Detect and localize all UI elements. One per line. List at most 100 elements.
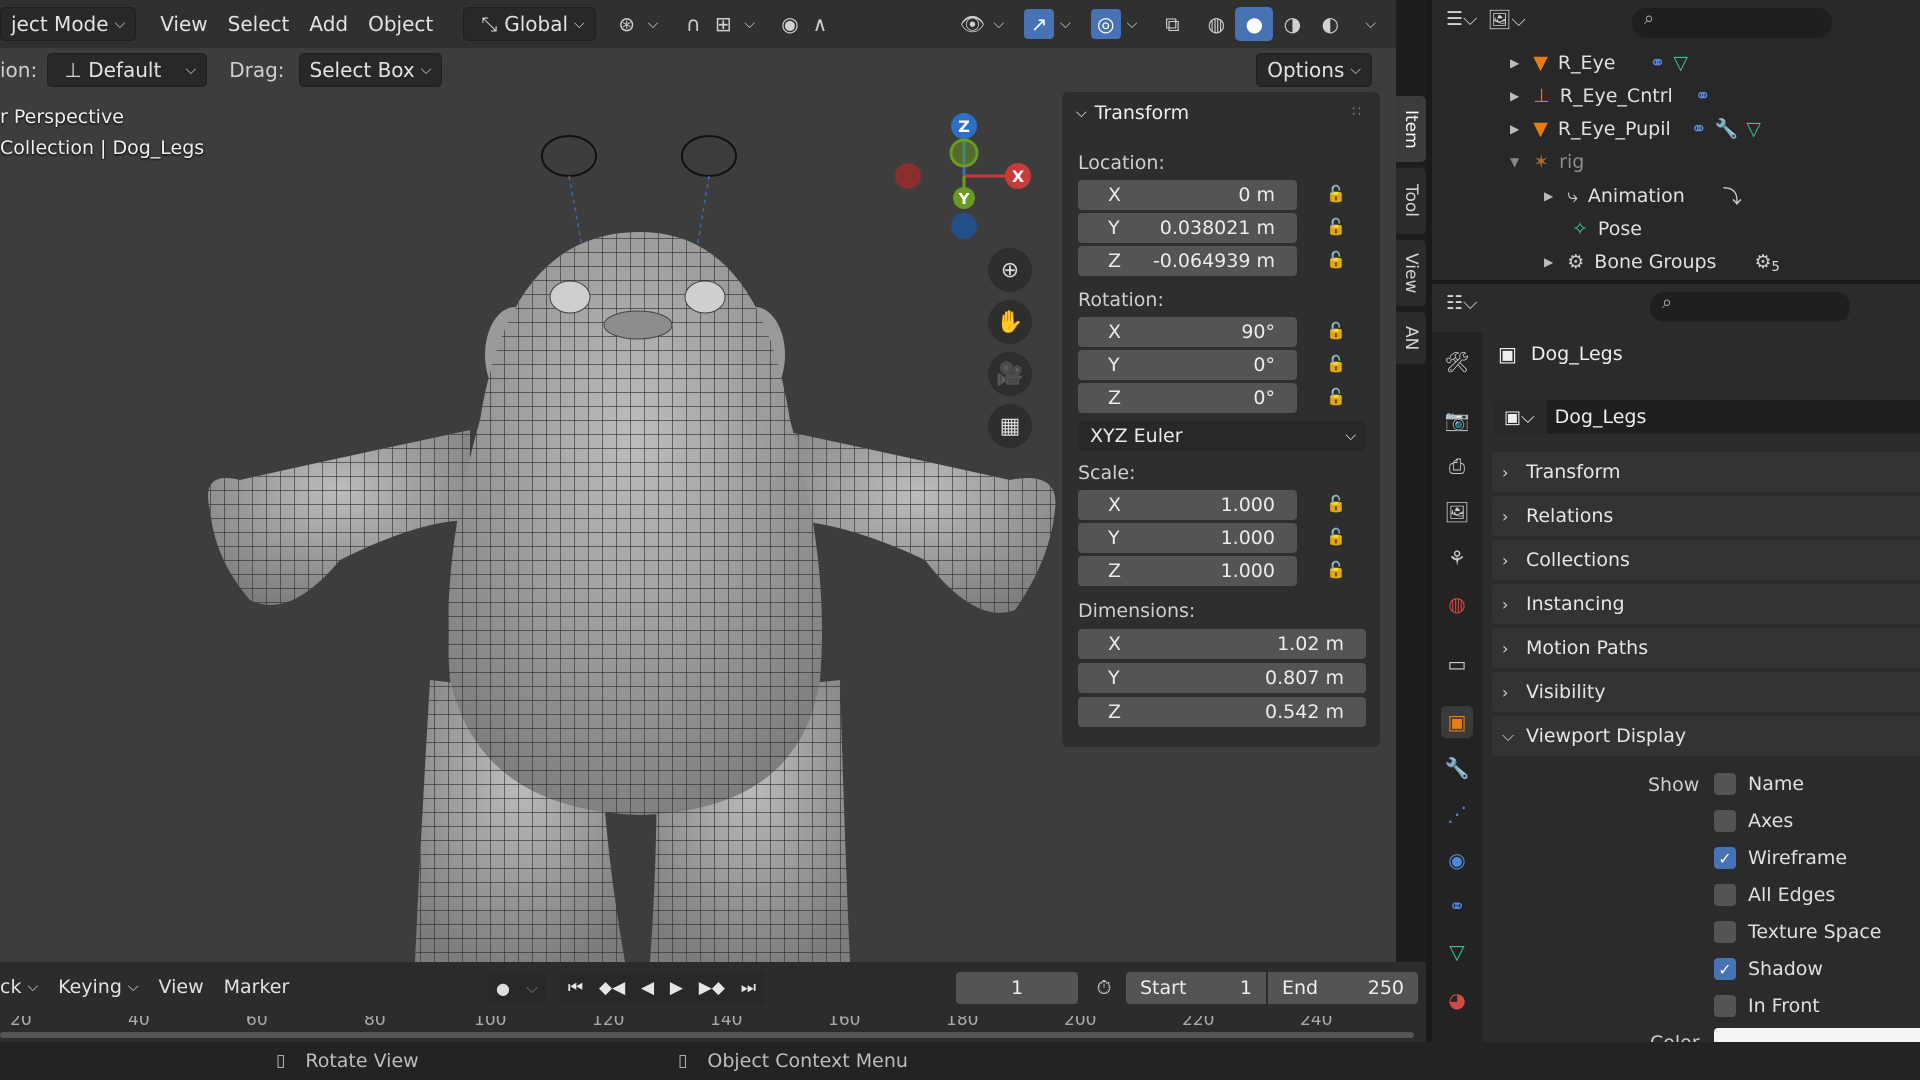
checkbox-box[interactable]: [1714, 995, 1736, 1017]
tab-data[interactable]: ▽: [1441, 936, 1473, 968]
outliner-row[interactable]: ▶ ⚙ Bone Groups ⚙ 5: [1432, 245, 1920, 278]
perspective-toggle-button[interactable]: ▦: [988, 404, 1032, 448]
transform-orientation-dropdown[interactable]: ⊥ Default ⌵: [47, 53, 208, 87]
tab-item[interactable]: Item: [1396, 96, 1426, 162]
checkbox-box[interactable]: [1714, 810, 1736, 832]
rotation-mode-dropdown[interactable]: XYZ Euler ⌵: [1078, 421, 1366, 451]
checkbox-wireframe[interactable]: ✓ Wireframe: [1714, 843, 1847, 873]
shading-solid[interactable]: ●: [1235, 7, 1274, 41]
lock-icon[interactable]: 🔓: [1326, 217, 1350, 239]
overlay-toggle[interactable]: ◎ ⌵: [1081, 7, 1148, 41]
shading-rendered[interactable]: ◐: [1311, 7, 1349, 41]
end-frame-field[interactable]: End 250: [1268, 972, 1418, 1004]
tab-tool[interactable]: Tool: [1396, 168, 1426, 234]
tab-modifiers[interactable]: 🔧: [1441, 752, 1473, 784]
next-keyframe-icon[interactable]: ▶◆: [699, 978, 725, 998]
orientation-dropdown[interactable]: ⤡ Global ⌵: [463, 7, 596, 41]
checkbox-all-edges[interactable]: All Edges: [1714, 880, 1835, 910]
timeline-view-menu[interactable]: View: [149, 970, 214, 1004]
expand-arrow-icon[interactable]: ▶: [1510, 89, 1519, 103]
menu-object[interactable]: Object: [358, 7, 443, 41]
section-viewport-display[interactable]: ⌵ Viewport Display: [1492, 716, 1920, 756]
location-x-field[interactable]: X 0 m: [1078, 180, 1297, 210]
shading-options[interactable]: ⌵: [1349, 7, 1386, 41]
menu-select[interactable]: Select: [218, 7, 300, 41]
tab-collection[interactable]: ▭: [1441, 648, 1473, 680]
lock-icon[interactable]: 🔓: [1326, 250, 1350, 272]
scale-y-field[interactable]: Y 1.000: [1078, 523, 1297, 553]
checkbox-box[interactable]: [1714, 884, 1736, 906]
playback-menu[interactable]: ck ⌵: [0, 970, 48, 1004]
marker-menu[interactable]: Marker: [214, 970, 300, 1004]
dimensions-z-field[interactable]: Z 0.542 m: [1078, 697, 1366, 727]
expand-arrow-icon[interactable]: ▶: [1544, 189, 1553, 203]
menu-view[interactable]: View: [150, 7, 217, 41]
outliner-row[interactable]: ✧ Pose: [1432, 212, 1920, 245]
rotation-x-field[interactable]: X 90°: [1078, 317, 1297, 347]
tab-constraints[interactable]: ⚭: [1441, 890, 1473, 922]
object-browse-icon[interactable]: ▣⌵: [1504, 407, 1535, 428]
section-transform[interactable]: › Transform: [1492, 452, 1920, 492]
section-motion-paths[interactable]: › Motion Paths: [1492, 628, 1920, 668]
expand-arrow-icon[interactable]: ▶: [1510, 56, 1519, 70]
checkbox-name[interactable]: Name: [1714, 769, 1804, 799]
shading-material[interactable]: ◑: [1273, 7, 1311, 41]
scale-z-field[interactable]: Z 1.000: [1078, 556, 1297, 586]
shading-wireframe[interactable]: ◍: [1197, 7, 1235, 41]
rotation-z-field[interactable]: Z 0°: [1078, 383, 1297, 413]
jump-end-icon[interactable]: ⏭: [741, 978, 756, 998]
tab-view-layer[interactable]: 🖼: [1441, 496, 1473, 528]
tab-tool-props[interactable]: 🛠: [1441, 346, 1473, 378]
xray-toggle[interactable]: ⧉: [1147, 7, 1197, 41]
checkbox-axes[interactable]: Axes: [1714, 806, 1793, 836]
checkbox-box[interactable]: ✓: [1714, 847, 1736, 869]
zoom-button[interactable]: ⊕: [988, 248, 1032, 292]
visibility-dropdown[interactable]: 👁 ⌵: [948, 7, 1015, 41]
tab-world[interactable]: ◍: [1441, 588, 1473, 620]
checkbox-box[interactable]: [1714, 921, 1736, 943]
expand-arrow-icon[interactable]: ▶: [1510, 122, 1519, 136]
filter-view-icon[interactable]: 🖼⌵: [1487, 8, 1526, 31]
location-y-field[interactable]: Y 0.038021 m: [1078, 213, 1297, 243]
jump-start-icon[interactable]: ⏮: [568, 978, 583, 998]
drag-handle-icon[interactable]: ∷: [1352, 104, 1361, 120]
gizmo-toggle[interactable]: ↗ ⌵: [1014, 7, 1081, 41]
section-visibility[interactable]: › Visibility: [1492, 672, 1920, 712]
play-icon[interactable]: ▶: [670, 978, 683, 998]
object-datablock-field[interactable]: ▣⌵ Dog_Legs: [1494, 400, 1920, 434]
start-frame-field[interactable]: Start 1: [1126, 972, 1266, 1004]
camera-view-button[interactable]: 🎥: [988, 352, 1032, 396]
preview-range-toggle[interactable]: ⏱: [1088, 972, 1120, 1004]
dimensions-y-field[interactable]: Y 0.807 m: [1078, 663, 1366, 693]
keying-menu[interactable]: Keying ⌵: [48, 970, 148, 1004]
collapse-arrow-icon[interactable]: ▼: [1510, 155, 1519, 169]
tab-material[interactable]: ◕: [1441, 984, 1473, 1016]
tab-render[interactable]: 📷: [1441, 404, 1473, 436]
section-collections[interactable]: › Collections: [1492, 540, 1920, 580]
outliner-row[interactable]: ▼ ✶ rig: [1432, 145, 1920, 178]
outliner-row[interactable]: ▶ ▼ R_Eye ⚭ ▽: [1432, 46, 1920, 79]
pivot-button[interactable]: ⊛ ⌵: [602, 7, 669, 41]
options-dropdown[interactable]: Options ⌵: [1256, 53, 1372, 87]
checkbox-box[interactable]: ✓: [1714, 958, 1736, 980]
tab-object[interactable]: ▣: [1441, 706, 1473, 738]
tab-an[interactable]: AN: [1396, 312, 1426, 364]
auto-keying-toggle[interactable]: ● ⌵: [488, 972, 546, 1004]
timeline-scrollbar[interactable]: [0, 1032, 1414, 1038]
mode-dropdown[interactable]: ject Mode ⌵: [0, 7, 137, 41]
checkbox-in-front[interactable]: In Front: [1714, 991, 1820, 1021]
tab-physics[interactable]: ◉: [1441, 844, 1473, 876]
lock-icon[interactable]: 🔓: [1326, 494, 1350, 516]
proportional-edit-toggle[interactable]: ◉ ∧: [765, 7, 845, 41]
menu-add[interactable]: Add: [299, 7, 358, 41]
lock-icon[interactable]: 🔓: [1326, 387, 1350, 409]
checkbox-texture-space[interactable]: Texture Space: [1714, 917, 1882, 947]
lock-icon[interactable]: 🔓: [1326, 184, 1350, 206]
section-relations[interactable]: › Relations: [1492, 496, 1920, 536]
navigation-gizmo[interactable]: Z X Y: [890, 108, 1040, 248]
pan-button[interactable]: ✋: [988, 300, 1032, 344]
display-mode-icon[interactable]: ☰⌵: [1446, 8, 1477, 31]
properties-search-input[interactable]: ⌕: [1650, 292, 1850, 322]
current-frame-field[interactable]: 1: [956, 972, 1078, 1004]
expand-arrow-icon[interactable]: ▶: [1544, 255, 1553, 269]
